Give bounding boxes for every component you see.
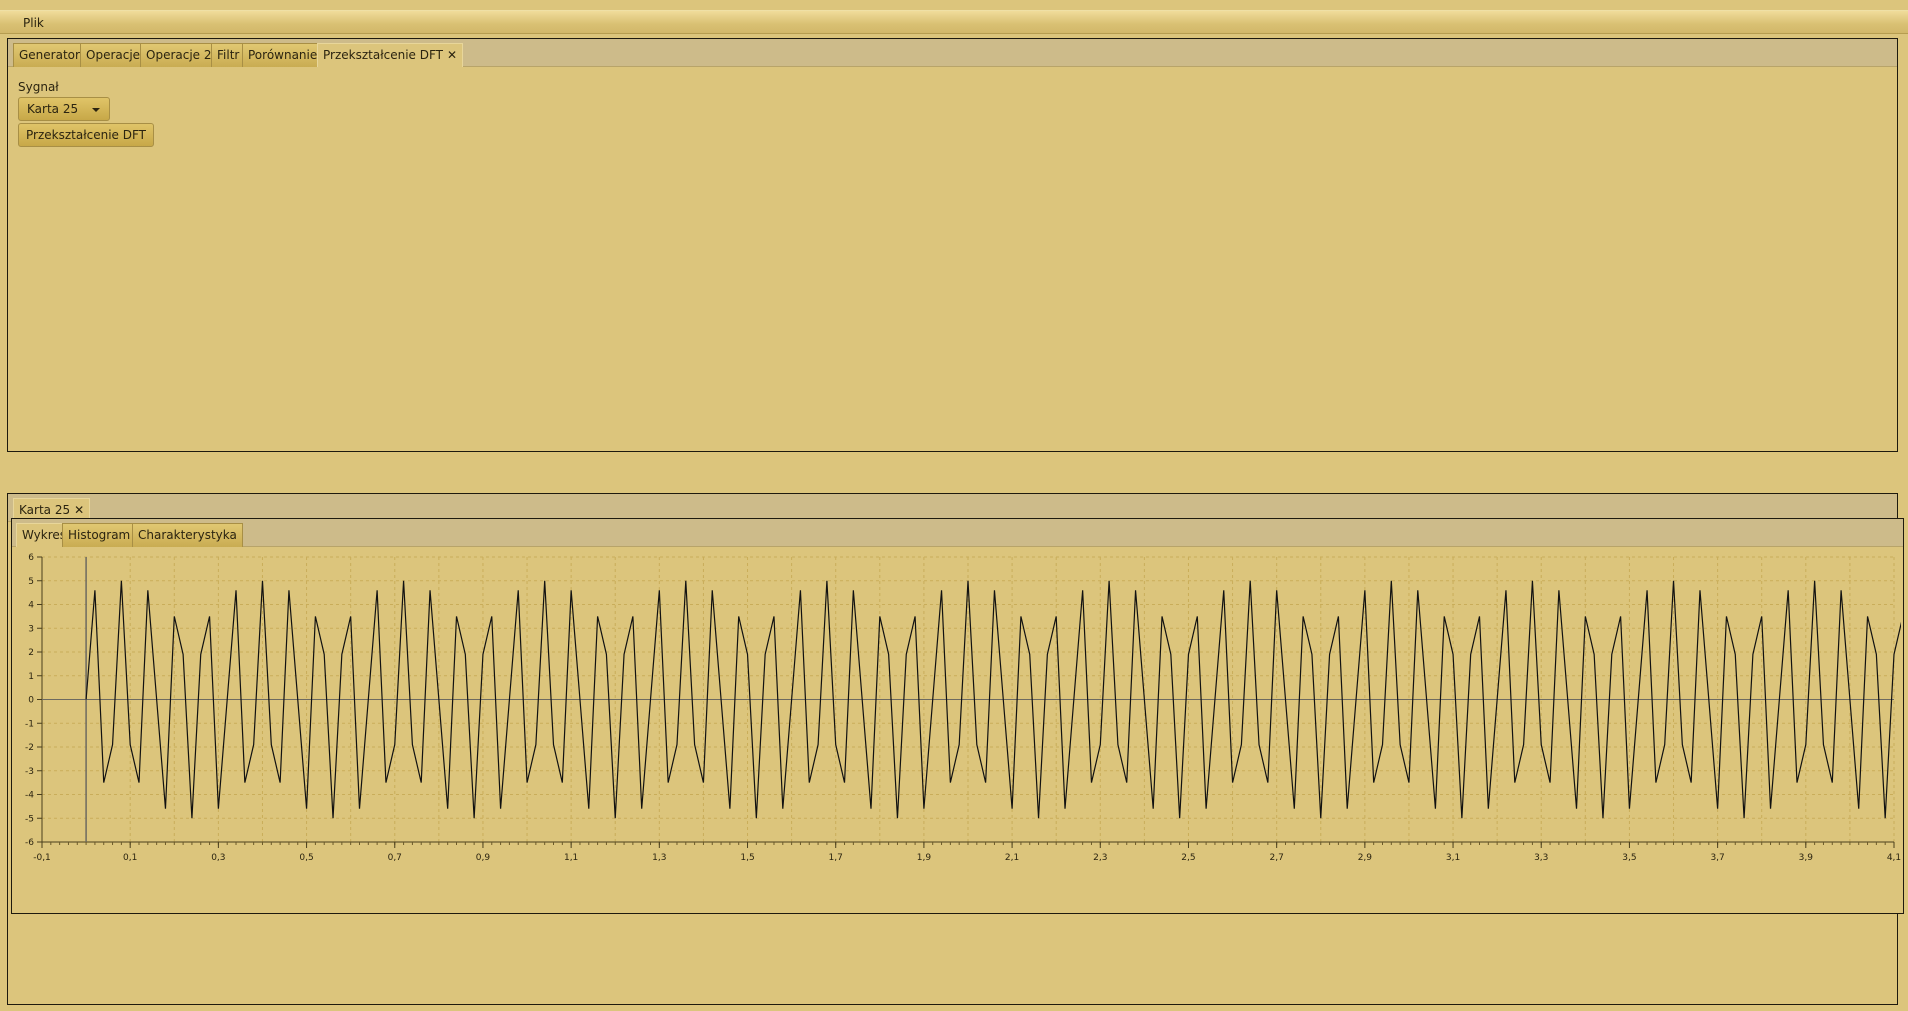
- tab-operacje[interactable]: Operacje: [80, 43, 147, 67]
- tab-przeksztalcenie-dft[interactable]: Przekształcenie DFT ✕: [317, 43, 464, 67]
- chart-pane: Wykres Histogram Charakterystyka -0,1 0,1…: [11, 518, 1904, 914]
- y-tick-label: -5: [25, 814, 34, 824]
- x-tick-label: 2,7: [1270, 853, 1284, 863]
- x-tick-label: 3,1: [1446, 853, 1460, 863]
- signal-label: Sygnał: [18, 80, 59, 94]
- tab-charakterystyka[interactable]: Charakterystyka: [132, 523, 243, 547]
- x-tick-label: 0,3: [211, 853, 225, 863]
- x-tick-label: 1,9: [917, 853, 932, 863]
- top-pane: Generator Operacje Operacje 2 Filtr Poró…: [7, 38, 1898, 452]
- tab-label: Przekształcenie DFT: [323, 48, 443, 62]
- tab-generator[interactable]: Generator: [13, 43, 86, 67]
- tab-label: Karta 25: [19, 503, 71, 517]
- x-tick-label: 1,3: [652, 853, 666, 863]
- tab-filtr[interactable]: Filtr: [211, 43, 246, 67]
- close-icon[interactable]: ✕: [74, 503, 84, 517]
- y-tick-label: -1: [25, 719, 34, 729]
- x-tick-label: 0,7: [388, 853, 402, 863]
- tab-label: Operacje 2: [146, 48, 212, 62]
- y-tick-label: -3: [25, 767, 34, 777]
- x-tick-label: 3,5: [1622, 853, 1636, 863]
- x-tick-label: 2,1: [1005, 853, 1019, 863]
- menu-bar: Plik: [0, 10, 1908, 34]
- x-tick-label: 2,5: [1181, 853, 1195, 863]
- x-tick-label: 0,9: [476, 853, 491, 863]
- tab-porownanie[interactable]: Porównanie: [242, 43, 324, 67]
- y-tick-label: 3: [28, 624, 34, 634]
- signal-chart: -0,1 0,1 0,3 0,5 0,7 0,9 1,1 1,3 1,5 1,7 1,9 2,1 2,3…: [25, 553, 1901, 863]
- y-tick-label: 6: [28, 553, 34, 563]
- menu-file[interactable]: Plik: [23, 16, 44, 30]
- x-tick-label: 0,1: [123, 853, 137, 863]
- y-tick-label: 0: [28, 696, 34, 706]
- top-tab-strip: Generator Operacje Operacje 2 Filtr Poró…: [8, 39, 1897, 67]
- x-tick-label: 3,7: [1710, 853, 1724, 863]
- y-tick-label: 1: [28, 672, 34, 682]
- y-tick-label: -6: [25, 838, 34, 848]
- y-tick-label: 5: [28, 577, 34, 587]
- chevron-down-icon: [92, 108, 100, 112]
- x-tick-label: 4,1: [1887, 853, 1901, 863]
- tab-label: Charakterystyka: [138, 528, 237, 542]
- x-tick-label: 1,7: [829, 853, 843, 863]
- close-icon[interactable]: ✕: [447, 48, 457, 62]
- tab-label: Porównanie: [248, 48, 318, 62]
- signal-select-value: Karta 25: [27, 102, 79, 116]
- x-tick-label: 3,3: [1534, 853, 1548, 863]
- dft-button[interactable]: Przekształcenie DFT: [18, 123, 154, 147]
- tab-label: Wykres: [22, 528, 67, 542]
- y-tick-label: -4: [25, 791, 34, 801]
- x-tick-label: 1,5: [740, 853, 754, 863]
- y-tick-label: 2: [28, 648, 34, 658]
- tab-label: Filtr: [217, 48, 240, 62]
- x-tick-label: -0,1: [33, 853, 51, 863]
- tab-label: Generator: [19, 48, 80, 62]
- x-tick-label: 3,9: [1799, 853, 1814, 863]
- bottom-pane: Karta 25 ✕ Wykres Histogram Charakterysty…: [7, 493, 1904, 1005]
- chart-tab-strip: Wykres Histogram Charakterystyka: [12, 519, 1903, 547]
- signal-select[interactable]: Karta 25: [18, 97, 110, 121]
- y-tick-label: 4: [28, 601, 34, 611]
- y-tick-label: -2: [25, 743, 34, 753]
- x-tick-label: 2,3: [1093, 853, 1107, 863]
- tab-label: Operacje: [86, 48, 141, 62]
- tab-label: Histogram: [68, 528, 131, 542]
- x-tick-label: 0,5: [299, 853, 313, 863]
- x-tick-label: 2,9: [1358, 853, 1373, 863]
- x-tick-label: 1,1: [564, 853, 578, 863]
- tab-histogram[interactable]: Histogram: [62, 523, 137, 547]
- tab-operacje-2[interactable]: Operacje 2: [140, 43, 218, 67]
